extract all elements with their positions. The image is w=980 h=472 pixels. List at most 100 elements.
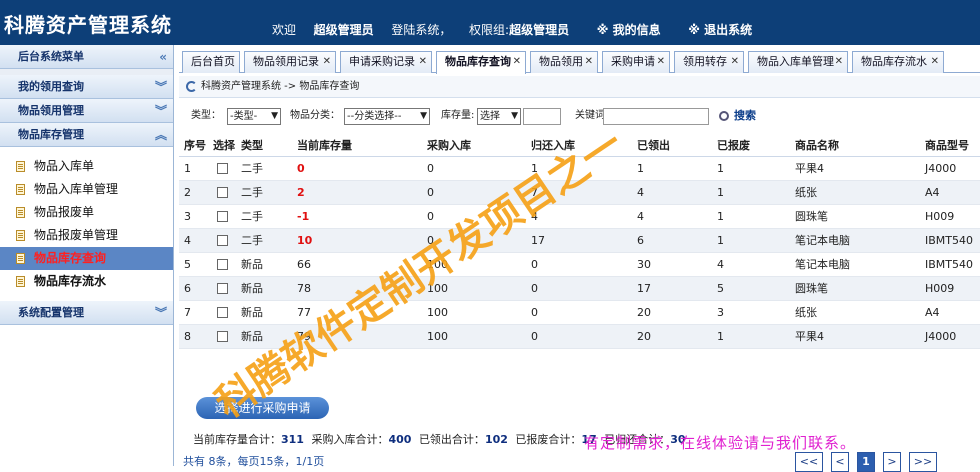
tab-bar: 后台首页 物品领用记录 ✕ 申请采购记录 ✕ 物品库存查询 ✕ 物品领用 ✕ 采购申请 ✕…	[179, 48, 980, 74]
search-icon	[719, 111, 729, 121]
stock-input[interactable]	[523, 108, 561, 125]
sidebar-item-stock-query[interactable]: 物品库存查询	[0, 247, 173, 270]
tab-label: 申请采购记录	[349, 55, 415, 68]
sidebar: 后台系统菜单 « 我的领用查询 ︾ 物品领用管理 ︾ 物品库存管理 ︽ 物品入库单 物品…	[0, 45, 174, 466]
filter-bar: 类型： -类型- ▼ 物品分类： --分类选择-- ▼ 库存量: 选择 ▼ 关键词 搜…	[179, 103, 980, 129]
column-header: 选择	[213, 139, 235, 152]
total-out-value: 102	[484, 433, 508, 446]
type-select[interactable]: -类型- ▼	[227, 108, 281, 125]
row-checkbox[interactable]	[217, 211, 228, 222]
table-row[interactable]: 8 新品 79 100 0 20 1 平果4 J4000	[179, 325, 980, 349]
table-row[interactable]: 7 新品 77 100 0 20 3 纸张 A4	[179, 301, 980, 325]
purchase-apply-button[interactable]: 选择进行采购申请	[196, 397, 329, 419]
sidebar-item-stock-flow[interactable]: 物品库存流水	[0, 270, 173, 293]
sidebar-top-menu[interactable]: 后台系统菜单 «	[0, 45, 173, 69]
table-row[interactable]: 1 二手 0 0 1 1 1 平果4 J4000	[179, 157, 980, 181]
table-row[interactable]: 6 新品 78 100 0 17 5 圆珠笔 H009	[179, 277, 980, 301]
table-cell: 1	[717, 210, 724, 223]
row-checkbox[interactable]	[217, 235, 228, 246]
table-cell: 100	[427, 258, 448, 271]
stock-label: 库存量:	[441, 110, 475, 121]
collapse-left-icon[interactable]: «	[159, 45, 167, 69]
column-header: 商品名称	[795, 139, 839, 152]
first-page-button[interactable]: <<	[795, 452, 823, 472]
sidebar-top-menu-label: 后台系统菜单	[18, 50, 84, 63]
row-checkbox[interactable]	[217, 187, 228, 198]
sidebar-group-system-config[interactable]: 系统配置管理 ︾	[0, 301, 173, 325]
search-button[interactable]: 搜索	[719, 103, 756, 129]
table-cell: 平果4	[795, 330, 824, 343]
sidebar-group-usage-mgmt[interactable]: 物品领用管理 ︾	[0, 99, 173, 123]
table-cell: 6	[184, 282, 191, 295]
current-page-button[interactable]: 1	[857, 452, 875, 472]
table-cell: 新品	[241, 282, 263, 295]
next-page-button[interactable]: >	[883, 452, 901, 472]
row-checkbox[interactable]	[217, 331, 228, 342]
table-cell: 1	[717, 186, 724, 199]
tab-stock-query[interactable]: 物品库存查询 ✕	[436, 51, 526, 74]
row-checkbox[interactable]	[217, 163, 228, 174]
document-icon	[16, 207, 25, 218]
tab-purchase-apply[interactable]: 采购申请 ✕	[602, 51, 670, 73]
keyword-input[interactable]	[603, 108, 709, 125]
my-info-link[interactable]: ※ 我的信息	[597, 23, 661, 37]
tab-usage[interactable]: 物品领用 ✕	[530, 51, 598, 73]
close-icon[interactable]: ✕	[513, 52, 521, 72]
table-cell: 二手	[241, 186, 263, 199]
table-cell: 新品	[241, 330, 263, 343]
login-text: 登陆系统，	[391, 23, 452, 37]
tab-purchase-records[interactable]: 申请采购记录 ✕	[340, 51, 432, 73]
close-icon[interactable]: ✕	[931, 52, 939, 72]
table-cell: 0	[297, 162, 305, 175]
sidebar-item-stock-in[interactable]: 物品入库单	[0, 155, 173, 178]
breadcrumb-text: 科腾资产管理系统 -> 物品库存查询	[201, 81, 360, 92]
tab-home[interactable]: 后台首页	[182, 51, 240, 73]
sidebar-group-label: 物品领用管理	[18, 104, 84, 117]
tab-stock-flow[interactable]: 物品库存流水 ✕	[852, 51, 944, 73]
column-header: 序号	[184, 139, 206, 152]
close-icon[interactable]: ✕	[835, 52, 843, 72]
tab-usage-records[interactable]: 物品领用记录 ✕	[244, 51, 336, 73]
tab-label: 物品领用	[539, 55, 583, 68]
stock-select[interactable]: 选择 ▼	[477, 108, 521, 125]
sidebar-item-label: 物品报废单管理	[34, 228, 119, 242]
perm-value: 超级管理员	[509, 23, 570, 37]
close-icon[interactable]: ✕	[657, 52, 665, 72]
table-row[interactable]: 5 新品 66 100 0 30 4 笔记本电脑 IBMT540	[179, 253, 980, 277]
sidebar-group-stock-mgmt[interactable]: 物品库存管理 ︽	[0, 123, 173, 147]
sidebar-item-scrap-mgmt[interactable]: 物品报废单管理	[0, 224, 173, 247]
sidebar-group-my-usage[interactable]: 我的领用查询 ︾	[0, 75, 173, 99]
category-select[interactable]: --分类选择-- ▼	[344, 108, 430, 125]
table-cell: 20	[637, 306, 651, 319]
sidebar-item-scrap[interactable]: 物品报废单	[0, 201, 173, 224]
table-cell: 10	[297, 234, 313, 247]
close-icon[interactable]: ✕	[585, 52, 593, 72]
table-cell: H009	[925, 210, 955, 223]
table-row[interactable]: 3 二手 -1 0 4 4 1 圆珠笔 H009	[179, 205, 980, 229]
table-row[interactable]: 4 二手 10 0 17 6 1 笔记本电脑 IBMT540	[179, 229, 980, 253]
table-cell: 二手	[241, 234, 263, 247]
prev-page-button[interactable]: <	[831, 452, 849, 472]
total-stock-label: 当前库存量合计：	[193, 433, 281, 446]
tab-usage-transfer[interactable]: 领用转存 ✕	[674, 51, 744, 73]
tab-label: 物品领用记录	[253, 55, 319, 68]
logout-link[interactable]: ※ 退出系统	[688, 23, 752, 37]
last-page-button[interactable]: >>	[909, 452, 937, 472]
tab-stock-in-mgmt[interactable]: 物品入库单管理 ✕	[748, 51, 848, 73]
close-icon[interactable]: ✕	[419, 52, 427, 72]
sidebar-item-stock-in-mgmt[interactable]: 物品入库单管理	[0, 178, 173, 201]
table-cell: 7	[184, 306, 191, 319]
table-cell: 17	[531, 234, 545, 247]
close-icon[interactable]: ✕	[731, 52, 739, 72]
top-header: 科腾资产管理系统 欢迎 超级管理员 登陆系统， 权限组:超级管理员 ※ 我的信息…	[0, 0, 980, 45]
row-checkbox[interactable]	[217, 259, 228, 270]
close-icon[interactable]: ✕	[323, 52, 331, 72]
table-row[interactable]: 2 二手 2 0 7 4 1 纸张 A4	[179, 181, 980, 205]
row-checkbox[interactable]	[217, 283, 228, 294]
table-cell: 6	[637, 234, 644, 247]
table-cell: 二手	[241, 210, 263, 223]
table-cell: 2	[184, 186, 191, 199]
table-cell: 0	[427, 234, 434, 247]
table-cell: A4	[925, 306, 940, 319]
row-checkbox[interactable]	[217, 307, 228, 318]
